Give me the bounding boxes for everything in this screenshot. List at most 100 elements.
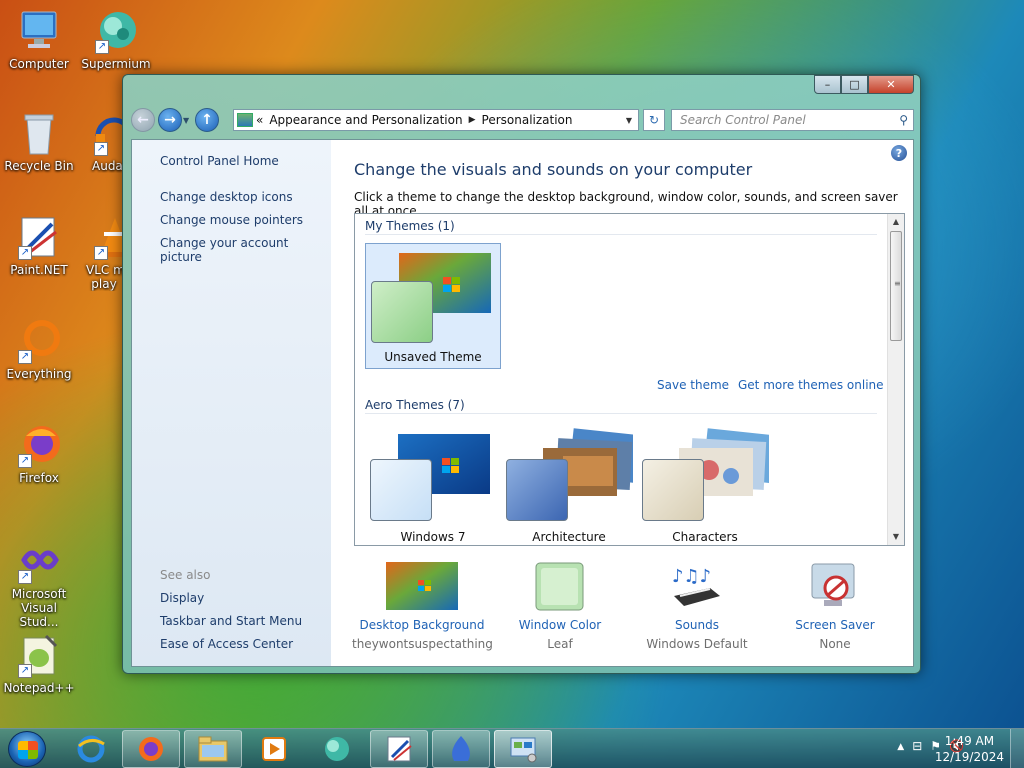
- caption-buttons: – □ ✕: [814, 75, 914, 94]
- screen-saver-link[interactable]: Screen Saver: [765, 618, 905, 632]
- help-icon[interactable]: ?: [891, 145, 907, 161]
- taskbar-supermium[interactable]: [307, 730, 365, 768]
- my-themes-group-label[interactable]: My Themes (1): [365, 219, 455, 233]
- save-theme-link[interactable]: Save theme: [657, 378, 729, 392]
- visual-studio-icon: ↗: [16, 538, 62, 584]
- sounds-link[interactable]: Sounds: [627, 618, 767, 632]
- get-more-themes-link[interactable]: Get more themes online: [738, 378, 884, 392]
- theme-name: Unsaved Theme: [384, 350, 482, 364]
- control-panel-home-link[interactable]: Control Panel Home: [160, 154, 279, 168]
- shortcut-arrow-icon: ↗: [18, 570, 32, 584]
- search-input[interactable]: Search Control Panel ⚲: [671, 109, 914, 131]
- vlc-icon: ↗: [92, 214, 122, 260]
- close-button[interactable]: ✕: [868, 75, 914, 94]
- taskbar-start-menu-link[interactable]: Taskbar and Start Menu: [160, 614, 302, 628]
- desktop-background-icon: [386, 562, 458, 612]
- recent-pages-dropdown[interactable]: ▼: [183, 116, 193, 125]
- main-content: ? Change the visuals and sounds on your …: [331, 140, 913, 666]
- address-overflow-chevron[interactable]: «: [256, 113, 263, 127]
- sounds-item[interactable]: ♪♫♪ Sounds Windows Default: [627, 560, 767, 651]
- clock[interactable]: 1:49 AM 12/19/2024: [935, 733, 1004, 765]
- taskbar-internet-explorer[interactable]: [62, 730, 120, 768]
- show-desktop-button[interactable]: [1010, 729, 1024, 768]
- desktop-icon-everything[interactable]: ↗ Everything: [1, 318, 77, 381]
- change-desktop-icons-link[interactable]: Change desktop icons: [160, 190, 293, 204]
- group-divider: [365, 234, 877, 235]
- folder-icon: [198, 736, 228, 762]
- desktop-icon-firefox[interactable]: ↗ Firefox: [1, 422, 77, 485]
- start-button[interactable]: [8, 731, 46, 767]
- taskbar-paintnet[interactable]: [370, 730, 428, 768]
- forward-button[interactable]: →: [158, 108, 182, 132]
- taskbar-media-player[interactable]: [245, 730, 303, 768]
- themes-list: My Themes (1) Unsaved Theme Save theme G…: [354, 213, 905, 546]
- window-color-link[interactable]: Window Color: [490, 618, 630, 632]
- desktop-icon-recycle-bin[interactable]: Recycle Bin: [1, 110, 77, 173]
- desktop-icon-label: Computer: [9, 57, 69, 71]
- desktop-icon-label: Supermium: [81, 57, 151, 71]
- change-account-picture-link[interactable]: Change your account picture: [160, 236, 331, 264]
- scroll-up-icon[interactable]: ▲: [888, 214, 904, 230]
- computer-icon: [16, 8, 62, 54]
- address-bar[interactable]: « Appearance and Personalization ▶ Perso…: [233, 109, 639, 131]
- desktop-background-item[interactable]: Desktop Background theywontsuspectathing: [352, 560, 493, 651]
- desktop-icon-audacity[interactable]: ↗ Auda: [78, 110, 122, 173]
- up-button[interactable]: ↑: [195, 108, 219, 132]
- scrollbar-thumb[interactable]: ≡: [890, 231, 902, 341]
- breadcrumb-personalization[interactable]: Personalization: [482, 113, 573, 127]
- desktop-icon-notepadpp[interactable]: ↗ Notepad++: [1, 632, 77, 695]
- refresh-button[interactable]: ↻: [643, 109, 665, 131]
- taskbar-explorer[interactable]: [184, 730, 242, 768]
- media-player-icon: [262, 737, 286, 761]
- theme-unsaved[interactable]: Unsaved Theme: [365, 243, 501, 369]
- desktop-icon-supermium[interactable]: ↗ Supermium: [78, 8, 154, 71]
- theme-name: Architecture: [532, 530, 606, 544]
- show-hidden-icons-icon[interactable]: ▲: [897, 739, 904, 753]
- network-icon[interactable]: ⊟: [912, 739, 922, 753]
- breadcrumb-separator-icon[interactable]: ▶: [469, 115, 476, 125]
- window-color-swatch: [370, 459, 432, 521]
- back-button[interactable]: ←: [131, 108, 155, 132]
- window-client-area: Control Panel Home Change desktop icons …: [131, 139, 914, 667]
- desktop-icon-label: Firefox: [19, 471, 59, 485]
- paintnet-icon: ↗: [16, 214, 62, 260]
- scroll-down-icon[interactable]: ▼: [888, 529, 904, 545]
- taskbar-firefox[interactable]: [122, 730, 180, 768]
- theme-name: Windows 7: [400, 530, 466, 544]
- see-also-heading: See also: [160, 568, 211, 582]
- screen-saver-item[interactable]: Screen Saver None: [765, 560, 905, 651]
- aero-themes-group-label[interactable]: Aero Themes (7): [365, 398, 465, 412]
- theme-characters[interactable]: Characters: [637, 422, 782, 545]
- shortcut-arrow-icon: ↗: [94, 142, 108, 156]
- desktop-icon-visual-studio[interactable]: ↗ Microsoft Visual Stud...: [1, 538, 77, 629]
- maximize-button[interactable]: □: [841, 75, 868, 94]
- clock-time: 1:49 AM: [944, 734, 995, 748]
- desktop-background-link[interactable]: Desktop Background: [352, 618, 492, 632]
- window-color-icon: [535, 562, 585, 612]
- theme-architecture[interactable]: Architecture: [501, 422, 648, 545]
- display-link[interactable]: Display: [160, 591, 204, 605]
- shortcut-arrow-icon: ↗: [95, 40, 109, 54]
- window-color-item[interactable]: Window Color Leaf: [490, 560, 630, 651]
- desktop-icon-computer[interactable]: Computer: [1, 8, 77, 71]
- desktop-icon-paintnet[interactable]: ↗ Paint.NET: [1, 214, 77, 277]
- grip-icon: ≡: [894, 279, 901, 288]
- shortcut-arrow-icon: ↗: [18, 664, 32, 678]
- change-mouse-pointers-link[interactable]: Change mouse pointers: [160, 213, 303, 227]
- minimize-button[interactable]: –: [814, 75, 841, 94]
- paintnet-icon: [387, 736, 412, 762]
- breadcrumb-appearance[interactable]: Appearance and Personalization: [269, 113, 462, 127]
- search-icon[interactable]: ⚲: [899, 113, 908, 127]
- audacity-icon: ↗: [92, 110, 122, 156]
- ease-of-access-link[interactable]: Ease of Access Center: [160, 637, 293, 651]
- theme-windows-7[interactable]: Windows 7: [365, 422, 501, 545]
- window-color-swatch: [642, 459, 704, 521]
- control-panel-icon: [237, 113, 253, 127]
- taskbar-control-panel[interactable]: [494, 730, 552, 768]
- address-dropdown-icon[interactable]: ▼: [626, 116, 632, 125]
- internet-explorer-icon: [77, 735, 105, 763]
- taskbar-app-blue[interactable]: [432, 730, 490, 768]
- themes-scrollbar[interactable]: ▲ ≡ ▼: [887, 214, 904, 545]
- desktop-icon-vlc[interactable]: ↗ VLC m play: [78, 214, 122, 291]
- taskbar: ▲ ⊟ ⚑ 🔇 1:49 AM 12/19/2024: [0, 728, 1024, 768]
